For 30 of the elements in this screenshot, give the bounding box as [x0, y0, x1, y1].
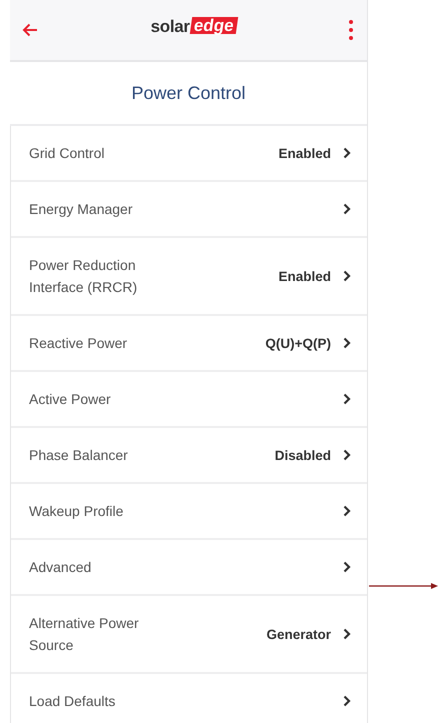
- settings-row[interactable]: Wakeup Profile: [11, 484, 367, 540]
- setting-value: Disabled: [274, 448, 331, 462]
- chevron-right-icon: [343, 695, 351, 707]
- settings-row[interactable]: Alternative Power Source Generator: [11, 596, 367, 674]
- settings-row[interactable]: Phase Balancer Disabled: [11, 428, 367, 484]
- more-options-icon[interactable]: [348, 20, 353, 40]
- annotation-arrow: [369, 580, 438, 592]
- settings-row[interactable]: Load Defaults: [11, 674, 367, 723]
- chevron-right-icon: [343, 337, 351, 349]
- chevron-right-icon: [343, 505, 351, 517]
- chevron-right-icon: [343, 270, 351, 282]
- chevron-right-icon: [343, 628, 351, 640]
- settings-row[interactable]: Advanced: [11, 540, 367, 596]
- chevron-right-icon: [343, 449, 351, 461]
- setting-value: Enabled: [278, 146, 331, 160]
- back-arrow-icon[interactable]: [22, 23, 38, 37]
- setting-value: Enabled: [278, 268, 331, 284]
- settings-row[interactable]: Power Reduction Interface (RRCR) Enabled: [11, 238, 367, 316]
- page-title: Power Control: [131, 82, 246, 104]
- chevron-right-icon: [343, 147, 351, 159]
- brand-logo: solar edge: [150, 17, 236, 37]
- settings-row[interactable]: Active Power: [11, 372, 367, 428]
- settings-row[interactable]: Grid Control Enabled: [11, 126, 367, 182]
- chevron-right-icon: [343, 561, 351, 573]
- chevron-right-icon: [343, 393, 351, 405]
- settings-row[interactable]: Reactive Power Q(U)+Q(P): [11, 316, 367, 372]
- chevron-right-icon: [343, 203, 351, 215]
- settings-row[interactable]: Energy Manager: [11, 182, 367, 238]
- setting-value: Q(U)+Q(P): [265, 336, 331, 350]
- setting-value: Generator: [266, 626, 331, 642]
